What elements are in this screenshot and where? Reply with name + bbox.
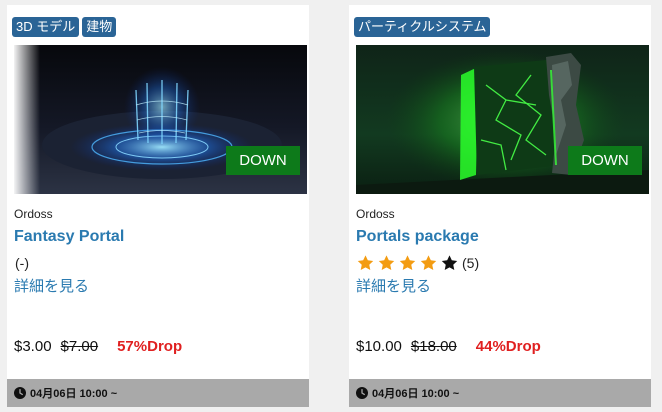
down-badge: DOWN <box>568 146 642 175</box>
price-row: $10.00 $18.00 44%Drop <box>356 338 541 355</box>
discount-label: 44%Drop <box>475 338 541 355</box>
view-details-link[interactable]: 詳細を見る <box>356 275 431 296</box>
product-card: パーティクルシステム DOWN Ordoss Portals package (… <box>349 5 651 407</box>
rating-count: (-) <box>15 255 29 271</box>
product-card: 3D モデル 建物 DOWN Ordoss Fantasy Portal (-)… <box>7 5 309 407</box>
category-tag[interactable]: 3D モデル <box>12 17 80 37</box>
sale-start-bar: 04月06日 10:00 ~ <box>349 379 651 407</box>
original-price: $7.00 <box>60 338 99 355</box>
current-price: $3.00 <box>14 338 52 355</box>
star-icon <box>378 255 395 271</box>
discount-label: 57%Drop <box>117 338 183 355</box>
price-row: $3.00 $7.00 57%Drop <box>14 338 182 355</box>
author-name[interactable]: Ordoss <box>14 207 53 221</box>
sale-start-bar: 04月06日 10:00 ~ <box>7 379 309 407</box>
category-tags: 3D モデル 建物 <box>12 17 117 37</box>
clock-icon <box>356 387 368 399</box>
product-thumbnail[interactable]: DOWN <box>356 45 649 194</box>
star-icon <box>420 255 437 271</box>
product-thumbnail[interactable]: DOWN <box>14 45 307 194</box>
down-badge: DOWN <box>226 146 300 175</box>
star-icon <box>357 255 374 271</box>
category-tag[interactable]: パーティクルシステム <box>354 17 491 37</box>
rating-count: (5) <box>462 255 480 271</box>
category-tags: パーティクルシステム <box>354 17 491 37</box>
current-price: $10.00 <box>356 338 402 355</box>
star-icon <box>399 255 416 271</box>
sale-start-time: 04月06日 10:00 ~ <box>30 388 118 400</box>
original-price: $18.00 <box>410 338 457 355</box>
category-tag[interactable]: 建物 <box>82 17 117 37</box>
rating: (-) <box>14 253 29 273</box>
view-details-link[interactable]: 詳細を見る <box>14 275 89 296</box>
clock-icon <box>14 387 26 399</box>
sale-start-time: 04月06日 10:00 ~ <box>372 388 460 400</box>
product-title-link[interactable]: Portals package <box>356 228 479 246</box>
product-title-link[interactable]: Fantasy Portal <box>14 228 124 246</box>
star-icon <box>441 255 458 271</box>
rating: (5) <box>356 253 479 273</box>
author-name[interactable]: Ordoss <box>356 207 395 221</box>
